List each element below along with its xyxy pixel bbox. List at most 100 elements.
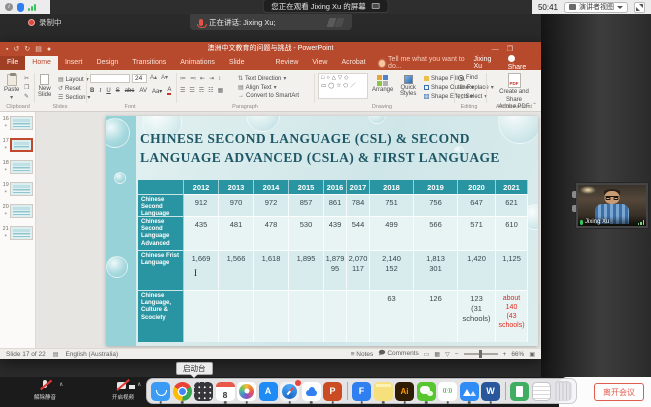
photos-icon[interactable]: [237, 382, 256, 401]
document-stack-icon[interactable]: [532, 382, 551, 401]
align-text-button[interactable]: ▤Align Text▾: [238, 84, 277, 91]
decrease-indent-button[interactable]: ⇤: [200, 75, 205, 82]
increase-indent-button[interactable]: ⇥: [209, 75, 214, 82]
slide-thumbnail-18[interactable]: 18✶: [0, 156, 35, 178]
grow-font-button[interactable]: A▴: [150, 74, 157, 81]
speaker-view-button[interactable]: 演讲者视图: [564, 2, 628, 13]
new-slide-button[interactable]: New Slide: [38, 74, 51, 98]
shape-gallery[interactable]: □○△▽◇▭◯☆⬠／: [318, 73, 368, 99]
start-video-control[interactable]: 开启视频 ∧: [112, 380, 141, 401]
paste-button[interactable]: Paste▾: [4, 74, 19, 101]
powerpoint-icon[interactable]: P: [323, 382, 342, 401]
trash-icon[interactable]: [553, 382, 572, 401]
app-store-icon[interactable]: A: [259, 382, 278, 401]
slide-thumbnail-21[interactable]: 21✶: [0, 222, 35, 244]
align-left-button[interactable]: ☰: [180, 87, 185, 94]
window-controls[interactable]: —❐: [492, 42, 513, 56]
zoom-out-icon[interactable]: −: [455, 351, 459, 358]
columns-button[interactable]: ▦: [218, 87, 224, 94]
zoom-slider[interactable]: [464, 353, 498, 355]
layout-button[interactable]: ▤Layout▾: [58, 76, 89, 83]
find-button[interactable]: Find: [458, 75, 478, 81]
slide-thumbnail-16[interactable]: 16✶: [0, 112, 35, 134]
align-right-button[interactable]: ☴: [199, 87, 204, 94]
share-button[interactable]: Share: [508, 55, 533, 71]
cut-button[interactable]: ✂: [24, 75, 29, 82]
screen-icon[interactable]: [372, 3, 380, 9]
normal-view-icon[interactable]: ▭: [424, 351, 430, 358]
webcam-handle[interactable]: [572, 191, 576, 198]
proofing-icon[interactable]: ▤: [53, 351, 59, 358]
slide-thumbnail-20[interactable]: 20✶: [0, 200, 35, 222]
strikethrough-button[interactable]: S: [116, 88, 120, 94]
bold-button[interactable]: B: [90, 88, 94, 94]
reset-button[interactable]: ↺Reset: [58, 85, 81, 92]
slide[interactable]: CHINESE SECOND LANGUAGE (CSL) & SECOND L…: [106, 116, 538, 346]
tab-review[interactable]: Review: [268, 56, 305, 70]
font-app-icon[interactable]: F: [352, 382, 371, 401]
numbering-button[interactable]: ≕: [190, 75, 196, 82]
tell-me-box[interactable]: Tell me what you want to do...: [379, 56, 474, 70]
install-package-icon[interactable]: [510, 382, 529, 401]
underline-button[interactable]: U: [106, 88, 110, 94]
replace-button[interactable]: abReplace▾: [458, 84, 494, 91]
tab-insert[interactable]: Insert: [58, 56, 90, 70]
chrome-icon[interactable]: [173, 382, 192, 401]
finder-icon[interactable]: [151, 382, 170, 401]
zoom-level[interactable]: 66%: [511, 351, 524, 358]
cloud-drive-icon[interactable]: [302, 382, 321, 401]
leave-meeting-button[interactable]: 离开会议: [594, 383, 644, 401]
tab-acrobat[interactable]: Acrobat: [334, 56, 372, 70]
shape-fill-button[interactable]: Shape Fill▾: [424, 75, 463, 82]
copy-button[interactable]: ❒: [24, 84, 29, 91]
comments-button[interactable]: 🗩 Comments: [378, 349, 418, 360]
convert-smartart-button[interactable]: →Convert to SmartArt: [238, 93, 299, 99]
slide-title[interactable]: CHINESE SECOND LANGUAGE (CSL) & SECOND L…: [140, 130, 538, 168]
calendar-icon[interactable]: 8: [216, 382, 235, 401]
word-icon[interactable]: W: [481, 382, 500, 401]
align-center-button[interactable]: ☲: [189, 87, 194, 94]
account-name[interactable]: Jixing Xu: [473, 56, 499, 70]
tab-transitions[interactable]: Transitions: [125, 56, 173, 70]
tab-view[interactable]: View: [305, 56, 334, 70]
italic-button[interactable]: I: [99, 88, 101, 94]
slide-thumbnail-19[interactable]: 19✶: [0, 178, 35, 200]
slide-table[interactable]: 2012 2013 2014 2015 2016 2017 2018 2019 …: [138, 180, 528, 342]
webcam-handle[interactable]: [572, 205, 576, 212]
info-icon[interactable]: i: [5, 3, 13, 11]
tab-design[interactable]: Design: [89, 56, 125, 70]
tab-slide-show[interactable]: Slide Show: [222, 56, 269, 70]
justify-button[interactable]: ☷: [208, 87, 213, 94]
fit-slide-icon[interactable]: ▣: [529, 351, 535, 358]
launchpad-icon[interactable]: [194, 382, 213, 401]
fullscreen-icon[interactable]: [634, 2, 645, 13]
collapse-ribbon-icon[interactable]: ⌃: [532, 102, 537, 109]
language-label[interactable]: English (Australia): [65, 351, 118, 358]
select-button[interactable]: ⬚Select▾: [458, 93, 487, 100]
text-direction-button[interactable]: ⇅Text Direction▾: [238, 75, 286, 82]
wechat-icon[interactable]: [417, 382, 436, 401]
shrink-font-button[interactable]: A▾: [161, 74, 168, 81]
change-case-button[interactable]: Aa▾: [152, 88, 162, 95]
webcam-tile[interactable]: Jixing Xu: [575, 182, 649, 229]
tab-file[interactable]: File: [0, 56, 25, 70]
stickies-icon[interactable]: [374, 382, 393, 401]
voice-chat-icon[interactable]: ((·)): [438, 382, 457, 401]
video-options-chevron[interactable]: ∧: [137, 381, 141, 388]
encryption-shield-icon[interactable]: [17, 3, 24, 12]
slide-sorter-icon[interactable]: ▦: [434, 351, 440, 358]
notes-button[interactable]: ≡ Notes: [351, 351, 374, 358]
zoom-in-icon[interactable]: +: [503, 351, 507, 358]
mic-options-chevron[interactable]: ∧: [59, 381, 63, 388]
slideshow-icon[interactable]: ▽: [445, 351, 450, 358]
quick-styles-button[interactable]: Quick Styles: [400, 75, 416, 97]
font-size-input[interactable]: 24: [132, 74, 147, 83]
tab-animations[interactable]: Animations: [173, 56, 222, 70]
meeting-icon[interactable]: [460, 382, 479, 401]
line-spacing-button[interactable]: ↕: [218, 76, 221, 82]
clear-formatting-button[interactable]: abc: [125, 88, 135, 94]
unmute-control[interactable]: 解除静音 ∧: [34, 380, 63, 401]
illustrator-icon[interactable]: Ai: [395, 382, 414, 401]
tab-home[interactable]: Home: [25, 56, 58, 70]
safari-icon[interactable]: [280, 382, 299, 401]
